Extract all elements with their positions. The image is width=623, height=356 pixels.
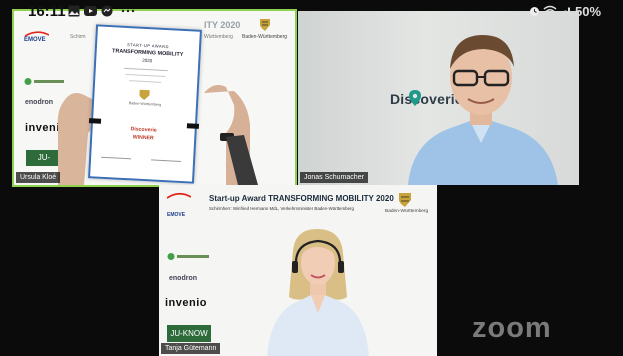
participant-name: Tanja Gütemann xyxy=(161,343,221,354)
green-company-logo xyxy=(167,253,209,260)
zoom-watermark: zoom xyxy=(472,312,552,344)
status-time: 16:11 xyxy=(28,3,66,20)
banner-fragment-3: Württemberg xyxy=(204,34,233,40)
participant-name: Ursula Kloé xyxy=(16,172,61,183)
participant-video-jonas xyxy=(408,35,558,185)
emove-logo: EMOVE xyxy=(167,212,186,218)
signal-icon xyxy=(561,7,570,16)
award-certificate: START-UP AWARD TRANSFORMING MOBILITY 202… xyxy=(88,24,202,184)
hand-right-image xyxy=(204,85,258,185)
wifi-icon xyxy=(543,5,557,16)
crest-label: Baden-Württemberg xyxy=(242,34,288,40)
enodron-logo: enodron xyxy=(169,275,197,282)
emove-swoosh-icon xyxy=(167,192,191,199)
coat-of-arms-icon xyxy=(399,193,411,207)
emove-swoosh-icon xyxy=(25,31,49,37)
gallery-icon xyxy=(68,5,80,17)
video-tile-ursula[interactable]: ITY 2020 Schirm Württemberg Baden-Württe… xyxy=(12,9,297,187)
emove-logo: EMOVE xyxy=(24,37,46,43)
participant-video-tanja xyxy=(267,229,369,356)
invenio-logo: invenio xyxy=(165,297,208,309)
juknow-logo: JU-KNOW xyxy=(167,325,211,342)
more-dots-icon xyxy=(121,9,135,13)
messenger-icon xyxy=(101,5,113,17)
enodron-logo: enodron xyxy=(25,99,53,106)
award-banner-subtitle: Schirmherr: Winfried Hermann MdL, Verkeh… xyxy=(209,206,354,211)
alarm-icon xyxy=(530,7,539,16)
video-tile-jonas[interactable]: Discoverie Jonas Schumacher xyxy=(298,11,579,185)
crest-label: Baden-Württemberg xyxy=(385,209,429,214)
battery-percent: 50% xyxy=(575,4,602,19)
banner-fragment-2: Schirm xyxy=(70,34,86,40)
participant-name: Jonas Schumacher xyxy=(300,172,368,183)
certificate-crest-icon xyxy=(139,89,150,100)
status-bar: 16:11 50% xyxy=(0,0,623,22)
video-tile-tanja[interactable]: EMOVE Start-up Award TRANSFORMING MOBILI… xyxy=(159,185,437,356)
youtube-icon xyxy=(84,6,97,16)
award-banner-title: Start-up Award TRANSFORMING MOBILITY 202… xyxy=(209,194,394,203)
